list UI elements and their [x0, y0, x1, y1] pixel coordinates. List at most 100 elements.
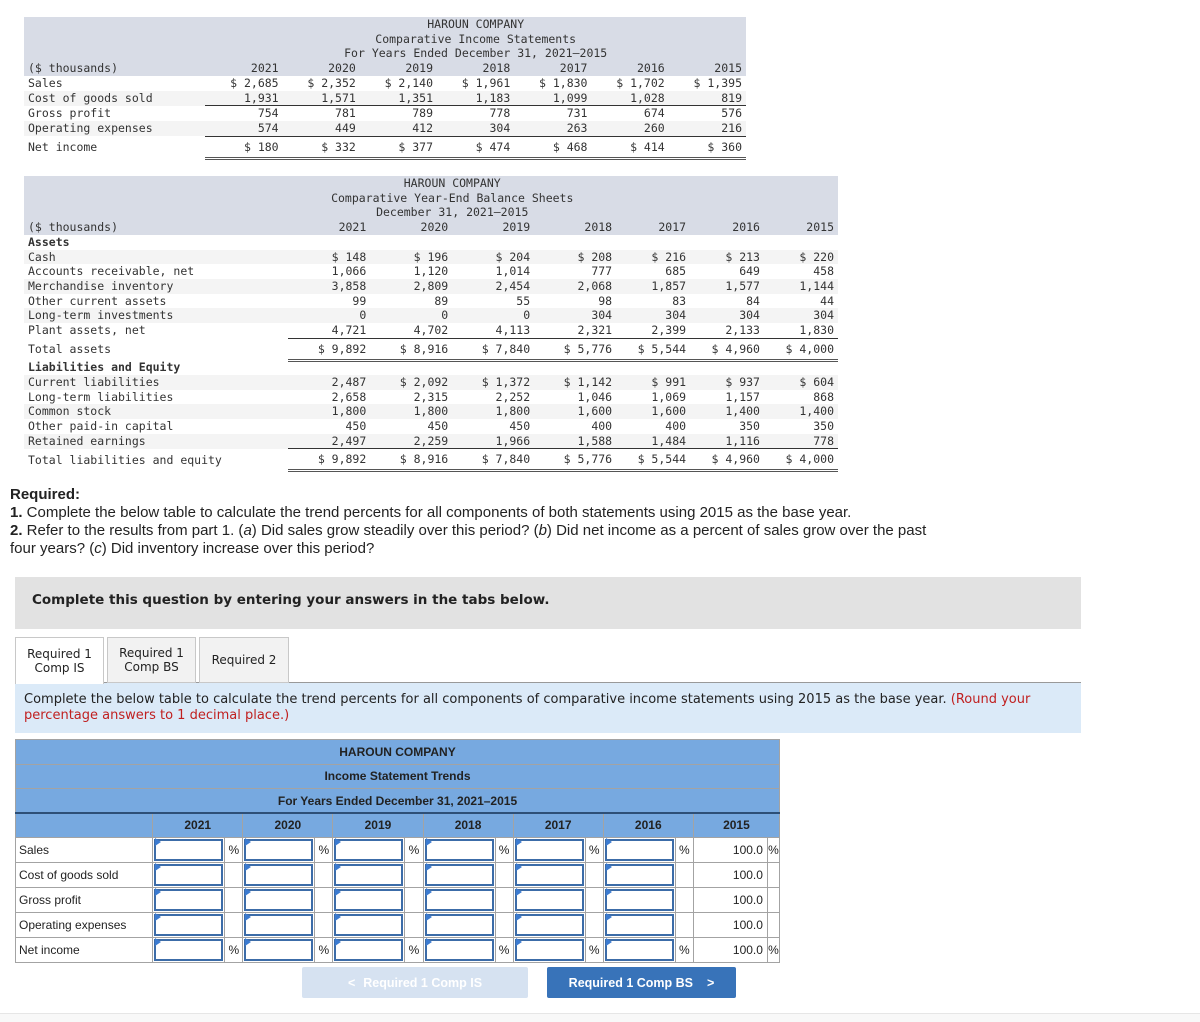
percent-symbol [674, 886, 694, 913]
footer-bar [0, 1013, 1200, 1022]
percent-symbol: % [494, 936, 514, 963]
trend-input-2018-sales[interactable] [426, 840, 492, 859]
liabilities-heading: Liabilities and Equity [24, 360, 838, 375]
trend-percent-input[interactable] [604, 888, 674, 911]
is-row-label: Cost of goods sold [24, 90, 206, 106]
trend-input-2021-operating-expenses[interactable] [156, 915, 222, 934]
trend-percent-input[interactable] [424, 838, 494, 861]
trend-percent-input[interactable] [334, 913, 404, 936]
bs-value: 0 [370, 308, 453, 324]
is-value: 576 [721, 106, 742, 121]
is-value: $ 2,352 [307, 75, 356, 90]
percent-symbol: % [224, 936, 244, 963]
trend-percent-input[interactable] [604, 863, 674, 886]
trend-input-2016-sales[interactable] [606, 840, 672, 859]
trend-percent-input[interactable] [334, 888, 404, 911]
trend-percent-input[interactable] [604, 938, 674, 961]
trend-percent-input[interactable] [334, 938, 404, 961]
trend-percent-input[interactable] [244, 863, 314, 886]
trend-percent-input[interactable] [334, 863, 404, 886]
trend-row: Sales%%%%%% 100.0% [14, 836, 781, 863]
trend-input-2021-cost-of-goods-sold[interactable] [156, 865, 222, 884]
trend-input-2021-gross-profit[interactable] [156, 890, 222, 909]
trend-input-2017-net-income[interactable] [516, 940, 582, 959]
total-liabilities-row-value: $ 4,000 [763, 448, 838, 473]
trend-input-2020-sales[interactable] [246, 840, 312, 859]
trend-year-header: 2017 [512, 812, 604, 838]
is-value: 574 [205, 120, 283, 137]
prev-tab-button[interactable]: < Required 1 Comp IS [302, 967, 528, 998]
trend-percent-input[interactable] [424, 888, 494, 911]
trend-input-2019-net-income[interactable] [336, 940, 402, 959]
is-value: 731 [566, 106, 588, 121]
trend-percent-input[interactable] [604, 913, 674, 936]
is-year-header: 2021 [205, 61, 283, 76]
trend-input-2019-gross-profit[interactable] [336, 890, 402, 909]
trend-input-2016-cost-of-goods-sold[interactable] [606, 865, 672, 884]
trend-input-2019-cost-of-goods-sold[interactable] [336, 865, 402, 884]
next-tab-button[interactable]: Required 1 Comp BS > [547, 967, 736, 998]
bs-value: $ 1,142 [534, 374, 617, 390]
tab-required-2[interactable]: Required 2 [199, 637, 289, 683]
trend-input-2020-gross-profit[interactable] [246, 890, 312, 909]
trend-input-2017-cost-of-goods-sold[interactable] [516, 865, 582, 884]
trend-percent-input[interactable] [244, 938, 314, 961]
trend-input-2017-operating-expenses[interactable] [516, 915, 582, 934]
income-statement-trends-table: HAROUN COMPANY Income Statement Trends F… [14, 739, 781, 963]
trend-input-cell [422, 836, 496, 863]
trend-input-cell [602, 836, 676, 863]
trend-input-cell [602, 861, 676, 888]
is-value: $ 180 [205, 136, 283, 160]
trend-input-2018-gross-profit[interactable] [426, 890, 492, 909]
is-row: Sales $ 2,685 $ 2,352 $ 2,140 $ 1,961 $ 1,830… [24, 76, 746, 91]
trend-input-2016-operating-expenses[interactable] [606, 915, 672, 934]
trend-percent-input[interactable] [424, 938, 494, 961]
trend-input-2016-gross-profit[interactable] [606, 890, 672, 909]
trend-percent-input[interactable] [244, 913, 314, 936]
trend-input-2020-operating-expenses[interactable] [246, 915, 312, 934]
trend-input-2020-cost-of-goods-sold[interactable] [246, 865, 312, 884]
trend-percent-input[interactable] [424, 913, 494, 936]
trend-percent-input[interactable] [154, 888, 224, 911]
bs-value: 4,702 [370, 323, 453, 339]
is-year-header: 2020 [282, 61, 360, 76]
trend-percent-input[interactable] [514, 938, 584, 961]
total-assets-row-label: Total assets [28, 342, 112, 357]
trend-percent-input[interactable] [154, 938, 224, 961]
trend-percent-input[interactable] [514, 913, 584, 936]
trend-percent-input[interactable] [604, 838, 674, 861]
trend-input-2017-sales[interactable] [516, 840, 582, 859]
trend-input-2018-net-income[interactable] [426, 940, 492, 959]
trend-percent-input[interactable] [334, 838, 404, 861]
trend-year-header: 2020 [242, 812, 334, 838]
trend-percent-input[interactable] [244, 838, 314, 861]
trend-percent-input[interactable] [514, 888, 584, 911]
trend-percent-input[interactable] [514, 838, 584, 861]
tab-required-1-comp-is[interactable]: Required 1 Comp IS [15, 637, 104, 684]
bs-value: 400 [591, 419, 613, 434]
trend-input-2019-operating-expenses[interactable] [336, 915, 402, 934]
trend-input-2021-net-income[interactable] [156, 940, 222, 959]
percent-symbol [314, 861, 334, 888]
bs-value: 2,252 [495, 389, 531, 404]
bs-row-label: Merchandise inventory [24, 278, 289, 294]
trend-input-2020-net-income[interactable] [246, 940, 312, 959]
trend-input-2018-operating-expenses[interactable] [426, 915, 492, 934]
trend-percent-input[interactable] [154, 838, 224, 861]
trend-input-2018-cost-of-goods-sold[interactable] [426, 865, 492, 884]
trend-input-2021-sales[interactable] [156, 840, 222, 859]
is-row: Operating expenses 574 449 412 304 263 260 216 [24, 120, 746, 137]
tab-required-1-comp-bs[interactable]: Required 1 Comp BS [107, 637, 196, 683]
bs-value: 778 [763, 433, 838, 450]
trend-percent-input[interactable] [154, 863, 224, 886]
trend-input-2016-net-income[interactable] [606, 940, 672, 959]
trend-percent-input[interactable] [424, 863, 494, 886]
trend-percent-input[interactable] [244, 888, 314, 911]
trend-percent-input[interactable] [514, 863, 584, 886]
trend-percent-input[interactable] [154, 913, 224, 936]
trend-period: For Years Ended December 31, 2021–2015 [15, 788, 780, 814]
trend-input-2017-gross-profit[interactable] [516, 890, 582, 909]
is-row: Cost of goods sold 1,931 1,571 1,351 1,183 1,… [24, 90, 746, 107]
trend-input-2019-sales[interactable] [336, 840, 402, 859]
bs-value: $ 213 [690, 249, 764, 265]
